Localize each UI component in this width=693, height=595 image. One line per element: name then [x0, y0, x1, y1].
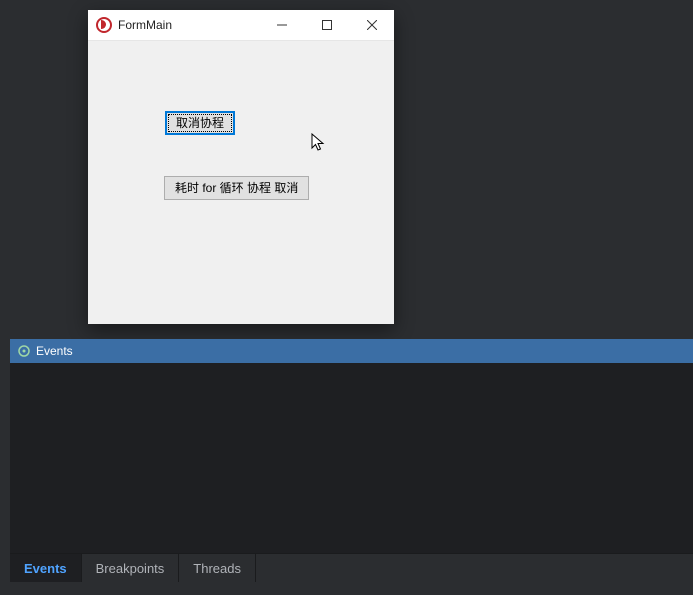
events-panel-title: Events [36, 344, 73, 358]
cancel-coroutine-button[interactable]: 取消协程 [165, 111, 235, 135]
close-icon [367, 20, 377, 30]
events-panel-icon [18, 345, 30, 357]
close-button[interactable] [349, 10, 394, 40]
panel-tabs: Events Breakpoints Threads [10, 553, 693, 582]
form-client-area: 取消协程 耗时 for 循环 协程 取消 [88, 41, 394, 324]
events-panel: Events Events Breakpoints Threads [10, 339, 693, 582]
minimize-icon [277, 20, 287, 30]
maximize-button[interactable] [304, 10, 349, 40]
window-title: FormMain [118, 18, 172, 32]
titlebar[interactable]: FormMain [88, 10, 394, 41]
maximize-icon [322, 20, 332, 30]
events-panel-header[interactable]: Events [10, 339, 693, 363]
tab-events[interactable]: Events [10, 554, 82, 582]
form-main-window: FormMain 取消协程 耗时 for 循环 协程 取消 [88, 10, 394, 324]
events-panel-body[interactable] [10, 363, 693, 553]
tab-threads[interactable]: Threads [179, 554, 256, 582]
tab-breakpoints[interactable]: Breakpoints [82, 554, 180, 582]
app-icon [96, 17, 112, 33]
minimize-button[interactable] [259, 10, 304, 40]
cancel-for-loop-coroutine-button[interactable]: 耗时 for 循环 协程 取消 [164, 176, 309, 200]
